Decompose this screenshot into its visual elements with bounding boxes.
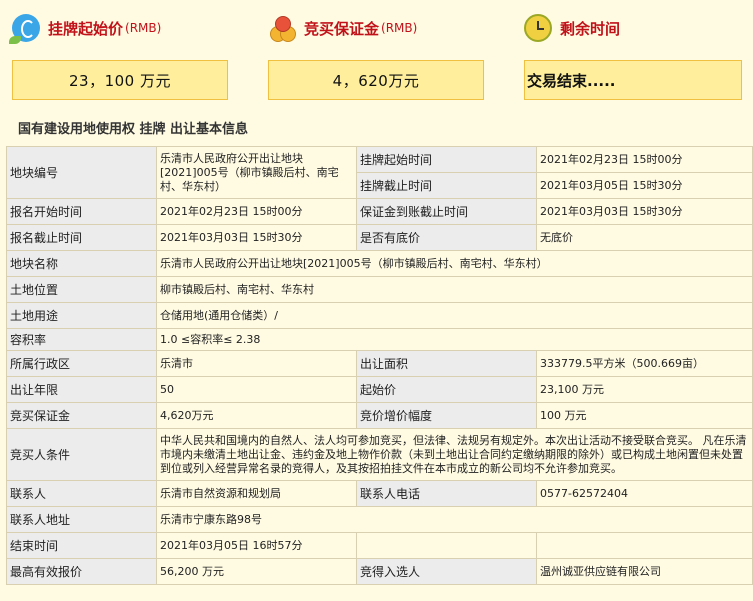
start-price-value: 23，100 万元 xyxy=(12,60,228,100)
location-label: 土地位置 xyxy=(6,276,157,303)
location-value: 柳市镇殿后村、南宅村、华东村 xyxy=(156,276,753,303)
parcel-name-label: 地块名称 xyxy=(6,250,157,277)
usage-value: 仓储用地(通用仓储类）/ xyxy=(156,302,753,329)
end-time-label: 结束时间 xyxy=(6,532,157,559)
top-bid-label: 最高有效报价 xyxy=(6,558,157,585)
listing-end-value: 2021年03月05日 15时30分 xyxy=(536,172,753,199)
term-label: 出让年限 xyxy=(6,376,157,403)
deposit-block: 竞买保证金 (RMB) 4，620万元 xyxy=(268,8,486,100)
remaining-time-title: 剩余时间 xyxy=(524,8,742,48)
reg-end-value: 2021年03月03日 15时30分 xyxy=(156,224,357,251)
start-price-title: 挂牌起始价 (RMB) xyxy=(9,8,230,48)
remaining-time-block: 剩余时间 交易结束..... xyxy=(524,8,742,100)
start-price-cell: 23,100 万元 xyxy=(536,376,753,403)
deposit-value: 4，620万元 xyxy=(268,60,484,100)
phone-value: 0577-62572404 xyxy=(536,480,753,507)
listing-end-label: 挂牌截止时间 xyxy=(356,172,537,199)
increment-value: 100 万元 xyxy=(536,402,753,429)
address-label: 联系人地址 xyxy=(6,506,157,533)
listing-start-label: 挂牌起始时间 xyxy=(356,146,537,173)
contact-label: 联系人 xyxy=(6,480,157,507)
reserve-value: 无底价 xyxy=(536,224,753,251)
contact-value: 乐清市自然资源和规划局 xyxy=(156,480,357,507)
deposit-deadline-value: 2021年03月03日 15时30分 xyxy=(536,198,753,225)
money-icon xyxy=(9,14,40,44)
far-value: 1.0 ≤容积率≤ 2.38 xyxy=(156,328,753,351)
district-label: 所属行政区 xyxy=(6,350,157,377)
clock-icon xyxy=(524,14,552,42)
deposit-deadline-label: 保证金到账截止时间 xyxy=(356,198,537,225)
empty-cell xyxy=(356,532,537,559)
reg-start-value: 2021年02月23日 15时00分 xyxy=(156,198,357,225)
info-table: 地块编号 乐清市人民政府公开出让地块[2021]005号（柳市镇殿后村、南宅村、… xyxy=(6,146,753,585)
reg-start-label: 报名开始时间 xyxy=(6,198,157,225)
area-label: 出让面积 xyxy=(356,350,537,377)
parcel-name-value: 乐清市人民政府公开出让地块[2021]005号（柳市镇殿后村、南宅村、华东村） xyxy=(156,250,753,277)
usage-label: 土地用途 xyxy=(6,302,157,329)
district-value: 乐清市 xyxy=(156,350,357,377)
conditions-label: 竞买人条件 xyxy=(6,428,157,481)
section-title: 国有建设用地使用权 挂牌 出让基本信息 xyxy=(18,122,249,137)
parcel-no-value: 乐清市人民政府公开出让地块[2021]005号（柳市镇殿后村、南宅村、华东村） xyxy=(156,146,357,199)
conditions-value: 中华人民共和国境内的自然人、法人均可参加竞买，但法律、法规另有规定外。本次出让活… xyxy=(156,428,753,481)
start-price-block: 挂牌起始价 (RMB) 23，100 万元 xyxy=(9,8,230,100)
winner-label: 竞得入选人 xyxy=(356,558,537,585)
start-price-label: 起始价 xyxy=(356,376,537,403)
phone-label: 联系人电话 xyxy=(356,480,537,507)
increment-label: 竞价增价幅度 xyxy=(356,402,537,429)
end-time-value: 2021年03月05日 16时57分 xyxy=(156,532,357,559)
empty-cell xyxy=(536,532,753,559)
reserve-label: 是否有底价 xyxy=(356,224,537,251)
term-value: 50 xyxy=(156,376,357,403)
parcel-no-label: 地块编号 xyxy=(6,146,157,199)
far-label: 容积率 xyxy=(6,328,157,351)
address-value: 乐清市宁康东路98号 xyxy=(156,506,753,533)
remaining-time-value: 交易结束..... xyxy=(524,60,742,100)
deposit-title: 竞买保证金 (RMB) xyxy=(268,8,486,48)
bid-deposit-label: 竞买保证金 xyxy=(6,402,157,429)
header-bar: 挂牌起始价 (RMB) 23，100 万元 竞买保证金 (RMB) 4，620万… xyxy=(0,0,753,108)
coins-icon xyxy=(268,14,296,42)
area-value: 333779.5平方米（500.669亩） xyxy=(536,350,753,377)
listing-start-value: 2021年02月23日 15时00分 xyxy=(536,146,753,173)
top-bid-value: 56,200 万元 xyxy=(156,558,357,585)
reg-end-label: 报名截止时间 xyxy=(6,224,157,251)
winner-value: 温州诚亚供应链有限公司 xyxy=(536,558,753,585)
bid-deposit-value: 4,620万元 xyxy=(156,402,357,429)
